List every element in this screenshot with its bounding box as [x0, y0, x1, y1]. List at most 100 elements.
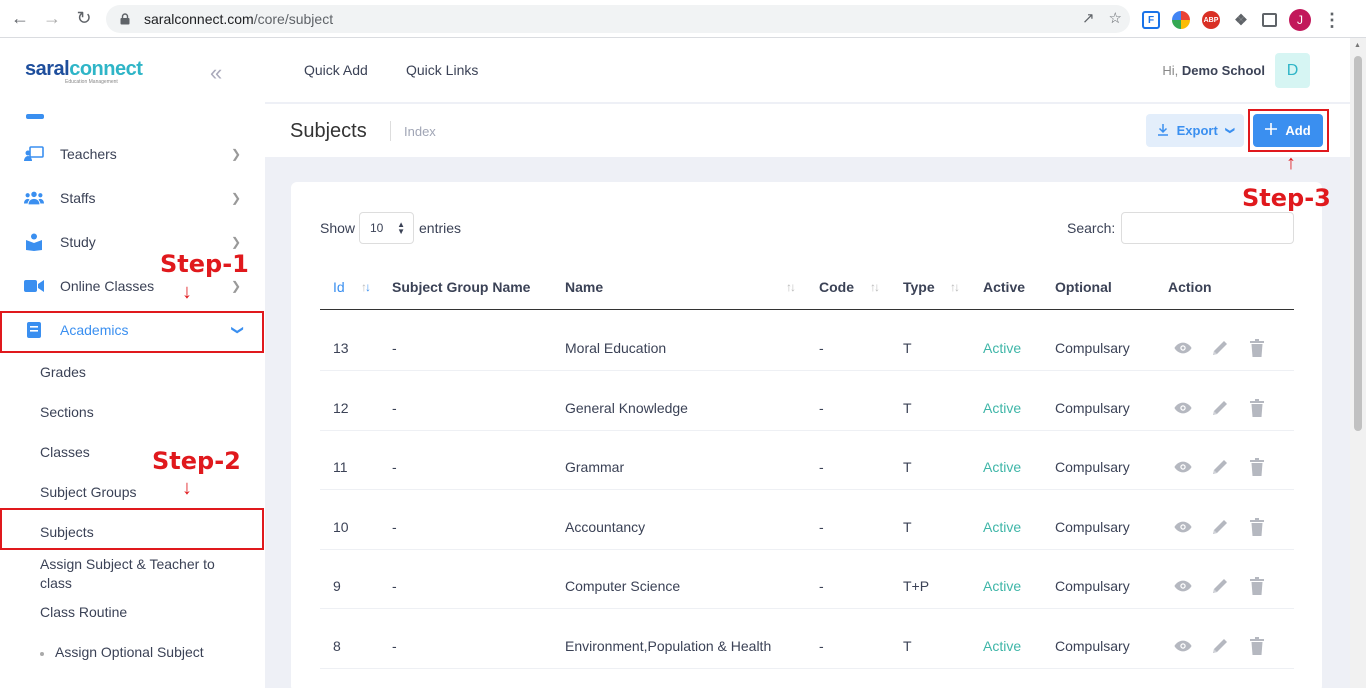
delete-trash-icon[interactable]	[1248, 339, 1266, 357]
row-divider	[320, 489, 1294, 490]
entries-per-page-select[interactable]: 10 ▲ ▼	[359, 212, 414, 244]
cell-name: Grammar	[565, 459, 625, 475]
column-header-name[interactable]: Name	[565, 279, 603, 295]
edit-pencil-icon[interactable]	[1211, 339, 1229, 357]
cell-optional: Compulsary	[1055, 638, 1130, 654]
user-avatar[interactable]: D	[1275, 53, 1310, 88]
delete-trash-icon[interactable]	[1248, 637, 1266, 655]
cell-type: T	[903, 459, 912, 475]
row-divider	[320, 370, 1294, 371]
sidebar-subitem-sections[interactable]: Sections	[40, 404, 94, 420]
cell-name: General Knowledge	[565, 400, 688, 416]
page-scrollbar[interactable]: ▲	[1350, 38, 1366, 688]
saralconnect-logo[interactable]: saralconnect Education Management	[25, 58, 143, 85]
edit-pencil-icon[interactable]	[1211, 399, 1229, 417]
chevron-right-icon: ❯	[231, 191, 242, 205]
lock-icon	[120, 12, 134, 26]
column-header-type[interactable]: Type	[903, 279, 935, 295]
browser-toolbar: ← → ↻ saralconnect.com/core/subject ↗ ☆ …	[0, 0, 1366, 38]
address-bar[interactable]: saralconnect.com/core/subject ↗ ☆	[106, 5, 1130, 33]
export-button[interactable]: Export ❯	[1146, 114, 1244, 147]
scroll-up-icon[interactable]: ▲	[1354, 42, 1361, 49]
browser-menu-icon[interactable]: ⋮	[1323, 10, 1341, 31]
color-picker-extension-icon[interactable]	[1172, 11, 1190, 29]
view-eye-icon[interactable]	[1174, 518, 1192, 536]
cell-optional: Compulsary	[1055, 578, 1130, 594]
view-eye-icon[interactable]	[1174, 637, 1192, 655]
sidebar-subitem-class-routine[interactable]: Class Routine	[40, 604, 127, 620]
sidebar: saralconnect Education Management « Teac…	[0, 38, 265, 688]
page-subtitle: Index	[404, 124, 436, 139]
sort-icon[interactable]: ↑↓	[870, 280, 880, 294]
sort-icon[interactable]: ↑↓	[950, 280, 960, 294]
step3-highlight-box	[1248, 109, 1329, 152]
delete-trash-icon[interactable]	[1248, 577, 1266, 595]
delete-trash-icon[interactable]	[1248, 458, 1266, 476]
collapse-sidebar-icon[interactable]: «	[210, 60, 222, 86]
cell-type: T	[903, 400, 912, 416]
edit-pencil-icon[interactable]	[1211, 458, 1229, 476]
cell-optional: Compulsary	[1055, 459, 1130, 475]
cell-subject-group: -	[392, 340, 397, 356]
scrollbar-thumb[interactable]	[1354, 56, 1362, 431]
cell-active: Active	[983, 638, 1022, 654]
user-greeting: Hi, Demo School	[1162, 63, 1265, 78]
subjects-card: Show 10 ▲ ▼ entries Search: Id ↑↓ Subject…	[291, 182, 1322, 688]
view-eye-icon[interactable]	[1174, 399, 1192, 417]
sidebar-subitem-subject-groups[interactable]: Subject Groups	[40, 484, 137, 500]
share-icon[interactable]: ↗	[1082, 9, 1095, 27]
delete-trash-icon[interactable]	[1248, 399, 1266, 417]
reload-icon[interactable]: ↻	[70, 5, 98, 33]
cell-code: -	[819, 519, 824, 535]
side-panel-icon[interactable]	[1262, 13, 1277, 27]
page-subheader: Subjects Index Export ❯ Add	[265, 104, 1350, 157]
edit-pencil-icon[interactable]	[1211, 637, 1229, 655]
extension-f-icon[interactable]: F	[1142, 11, 1160, 29]
edit-pencil-icon[interactable]	[1211, 577, 1229, 595]
cell-name: Computer Science	[565, 578, 681, 594]
cell-code: -	[819, 400, 824, 416]
quick-add-link[interactable]: Quick Add	[304, 62, 368, 78]
sidebar-subitem-assign-subject-teacher[interactable]: Assign Subject & Teacher to class	[40, 555, 240, 593]
select-caret-icon: ▲ ▼	[397, 220, 405, 236]
delete-trash-icon[interactable]	[1248, 518, 1266, 536]
step2-highlight-box	[0, 508, 264, 550]
sidebar-item-staffs[interactable]: Staffs ❯	[0, 178, 265, 218]
sidebar-subitem-assign-optional-subject[interactable]: Assign Optional Subject	[55, 644, 204, 660]
column-header-id[interactable]: Id	[333, 279, 345, 295]
chevron-right-icon: ❯	[231, 279, 242, 293]
url-path: /core/subject	[253, 11, 334, 27]
url-host: saralconnect.com	[144, 11, 254, 27]
profile-avatar[interactable]: J	[1289, 9, 1311, 31]
column-header-code[interactable]: Code	[819, 279, 854, 295]
sort-icon[interactable]: ↑↓	[786, 280, 796, 294]
forward-icon[interactable]: →	[38, 5, 66, 33]
view-eye-icon[interactable]	[1174, 339, 1192, 357]
extensions-puzzle-icon[interactable]: ❖	[1232, 11, 1250, 29]
quick-links-link[interactable]: Quick Links	[406, 62, 478, 78]
bullet-icon	[40, 652, 44, 656]
edit-pencil-icon[interactable]	[1211, 518, 1229, 536]
column-header-active: Active	[983, 279, 1026, 295]
cell-subject-group: -	[392, 578, 397, 594]
page-title: Subjects	[290, 120, 367, 142]
view-eye-icon[interactable]	[1174, 458, 1192, 476]
partial-menu-icon	[26, 114, 44, 119]
back-icon[interactable]: ←	[6, 5, 34, 33]
sort-icon[interactable]: ↑↓	[361, 280, 371, 294]
bookmark-star-icon[interactable]: ☆	[1109, 9, 1122, 27]
sidebar-item-teachers[interactable]: Teachers ❯	[0, 134, 265, 174]
cell-optional: Compulsary	[1055, 400, 1130, 416]
table-search-input[interactable]	[1121, 212, 1294, 244]
sidebar-subitem-classes[interactable]: Classes	[40, 444, 90, 460]
chevron-right-icon: ❯	[231, 147, 242, 161]
step3-arrow-icon: ↑	[1286, 152, 1296, 174]
cell-name: Accountancy	[565, 519, 646, 535]
cell-id: 8	[333, 638, 341, 654]
cell-id: 10	[333, 519, 349, 535]
step3-label: Step-3	[1242, 184, 1331, 212]
cell-code: -	[819, 459, 824, 475]
view-eye-icon[interactable]	[1174, 577, 1192, 595]
adblock-extension-icon[interactable]: ABP	[1202, 11, 1220, 29]
sidebar-subitem-grades[interactable]: Grades	[40, 364, 86, 380]
